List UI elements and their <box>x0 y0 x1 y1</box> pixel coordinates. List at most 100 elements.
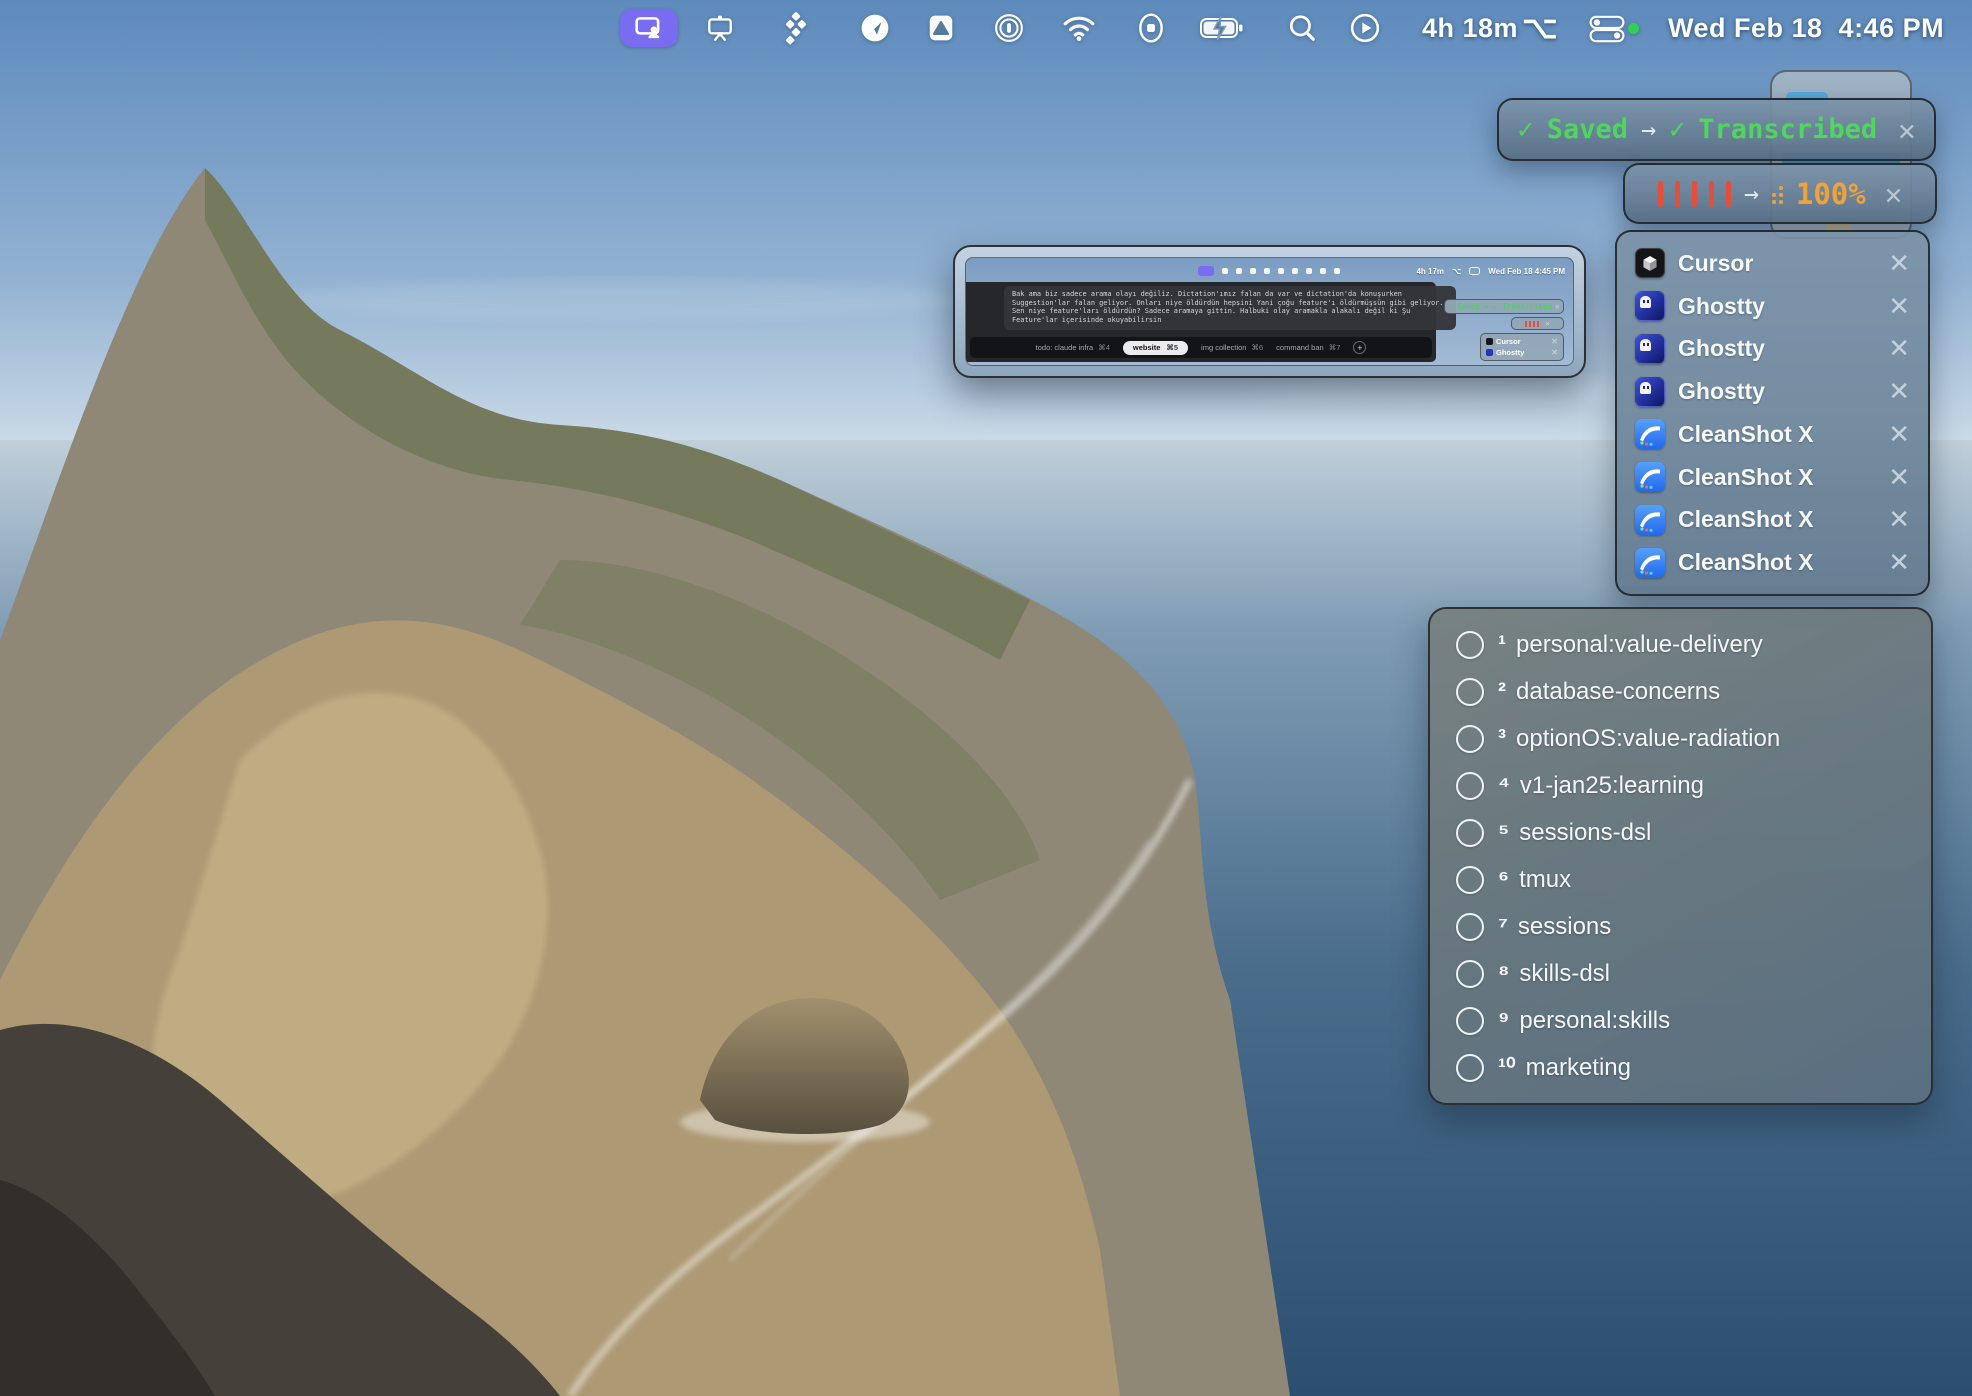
shapes-app-icon[interactable] <box>926 13 956 43</box>
task-label: v1-jan25:learning <box>1520 772 1704 800</box>
transcribed-label: Transcribed <box>1698 114 1877 145</box>
task-row[interactable]: ⁵ sessions-dsl <box>1456 811 1931 855</box>
window-row[interactable]: CleanShot X ✕ <box>1635 462 1910 493</box>
menubar-timer[interactable]: 4h 18m <box>1422 0 1518 56</box>
radio-button[interactable] <box>1456 960 1484 988</box>
audio-bars-icon <box>1658 181 1731 207</box>
menubar-time: 4:46 PM <box>1839 13 1945 44</box>
radio-button[interactable] <box>1456 1007 1484 1035</box>
close-icon[interactable]: ✕ <box>1885 177 1902 211</box>
close-icon[interactable]: ✕ <box>1888 504 1910 535</box>
close-icon[interactable]: ✕ <box>1888 291 1910 322</box>
radio-button[interactable] <box>1456 913 1484 941</box>
mini-option-key-icon: ⌥ <box>1452 267 1461 276</box>
radio-button[interactable] <box>1456 631 1484 659</box>
ghostty-app-icon <box>1635 334 1665 364</box>
close-icon[interactable]: ✕ <box>1888 419 1910 450</box>
task-row[interactable]: ⁶ tmux <box>1456 858 1931 902</box>
option-key-icon[interactable]: ⌥ <box>1522 0 1558 56</box>
close-icon[interactable]: ✕ <box>1888 248 1910 279</box>
task-number: ⁴ <box>1498 772 1510 800</box>
battery-charging-icon[interactable] <box>1198 14 1246 42</box>
window-row[interactable]: Cursor ✕ <box>1635 248 1910 279</box>
task-row[interactable]: ³ optionOS:value-radiation <box>1456 717 1931 761</box>
window-row[interactable]: CleanShot X ✕ <box>1635 504 1910 535</box>
control-center-icon[interactable] <box>1589 15 1625 43</box>
close-icon[interactable]: ✕ <box>1888 333 1910 364</box>
screen-recording-indicator-icon[interactable] <box>620 9 678 47</box>
window-row[interactable]: Ghostty ✕ <box>1635 333 1910 364</box>
cleanshot-app-icon <box>1635 548 1665 578</box>
window-row[interactable]: CleanShot X ✕ <box>1635 419 1910 450</box>
close-icon[interactable]: ✕ <box>1888 462 1910 493</box>
arrow-icon: → <box>1744 179 1759 208</box>
task-row[interactable]: ⁸ skills-dsl <box>1456 952 1931 996</box>
screenshot-preview-thumbnail[interactable]: 4h 17m ⌥ Wed Feb 18 4:45 PM Bak ama biz … <box>953 245 1586 378</box>
task-list-panel: ¹ personal:value-delivery ² database-con… <box>1428 607 1933 1105</box>
task-row[interactable]: ¹ personal:value-delivery <box>1456 623 1931 667</box>
mini-tab: command ban⌘7 <box>1276 343 1340 352</box>
close-icon[interactable]: ✕ <box>1888 376 1910 407</box>
radio-button[interactable] <box>1456 678 1484 706</box>
window-app-name: Ghostty <box>1678 335 1765 362</box>
task-label: personal:skills <box>1519 1007 1670 1035</box>
stop-record-icon[interactable] <box>1136 12 1166 44</box>
display-mirroring-icon[interactable] <box>705 13 735 43</box>
task-number: ⁹ <box>1498 1007 1509 1035</box>
ghostty-app-icon <box>1635 377 1665 407</box>
task-row[interactable]: ¹⁰ marketing <box>1456 1046 1931 1090</box>
ghostty-app-icon <box>1635 291 1665 321</box>
play-circle-icon[interactable] <box>1350 13 1380 43</box>
radio-button[interactable] <box>1456 772 1484 800</box>
check-icon: ✓ <box>1669 114 1685 145</box>
window-list-panel: Cursor ✕ Ghostty ✕ Ghostty ✕ Ghostty ✕ C… <box>1615 230 1930 596</box>
mini-menubar-icon <box>1236 268 1242 274</box>
task-number: ¹⁰ <box>1498 1053 1516 1082</box>
location-arrow-icon[interactable] <box>860 13 890 43</box>
mini-menubar-clock: Wed Feb 18 4:45 PM <box>1488 267 1565 276</box>
window-row[interactable]: CleanShot X ✕ <box>1635 547 1910 578</box>
mini-tab-active: website⌘5 <box>1123 341 1188 355</box>
mini-window-row: Ghostty ✕ <box>1486 348 1558 357</box>
volume-value: 100% <box>1796 177 1866 211</box>
mini-add-tab-icon: + <box>1353 341 1366 354</box>
desktop: { "colors": { "accent_purple": "#7a6cf0"… <box>0 0 1972 1396</box>
radio-button[interactable] <box>1456 1054 1484 1082</box>
task-label: sessions <box>1518 913 1611 941</box>
task-label: database-concerns <box>1516 678 1720 706</box>
cursor-app-icon <box>1635 248 1665 278</box>
window-row[interactable]: Ghostty ✕ <box>1635 291 1910 322</box>
task-number: ¹ <box>1498 631 1506 659</box>
mini-menubar-icon <box>1264 268 1270 274</box>
task-row[interactable]: ² database-concerns <box>1456 670 1931 714</box>
task-row[interactable]: ⁴ v1-jan25:learning <box>1456 764 1931 808</box>
radio-button[interactable] <box>1456 725 1484 753</box>
wifi-icon[interactable] <box>1062 14 1096 42</box>
transcribe-dots-icon <box>1772 184 1783 204</box>
task-row[interactable]: ⁷ sessions <box>1456 905 1931 949</box>
spotlight-search-icon[interactable] <box>1287 13 1317 43</box>
tiles-icon[interactable] <box>781 11 811 45</box>
saved-label: Saved <box>1547 114 1628 145</box>
task-row[interactable]: ⁹ personal:skills <box>1456 999 1931 1043</box>
mini-menubar-icon <box>1334 268 1340 274</box>
arrow-icon: → <box>1641 115 1656 144</box>
mini-control-center-icon <box>1469 267 1480 275</box>
menubar-clock[interactable]: Wed Feb 18 4:46 PM <box>1668 0 1944 56</box>
one-password-icon[interactable] <box>994 13 1024 43</box>
mini-menubar-icon <box>1306 268 1312 274</box>
radio-button[interactable] <box>1456 866 1484 894</box>
radio-button[interactable] <box>1456 819 1484 847</box>
mini-overlay-line: Feature'lar içerisinde okuyabilirsin <box>1012 316 1448 325</box>
task-label: skills-dsl <box>1519 960 1610 988</box>
volume-level-toast: → 100% ✕ <box>1623 163 1937 224</box>
window-app-name: CleanShot X <box>1678 549 1813 576</box>
mini-screen-recording-icon <box>1198 266 1214 276</box>
window-row[interactable]: Ghostty ✕ <box>1635 376 1910 407</box>
close-icon[interactable]: ✕ <box>1888 547 1910 578</box>
menubar-date: Wed Feb 18 <box>1668 13 1823 44</box>
mini-menubar-icon <box>1292 268 1298 274</box>
close-icon[interactable]: ✕ <box>1898 113 1915 147</box>
mini-tab-bar: todo: claude infra⌘4 website⌘5 img colle… <box>970 337 1432 358</box>
check-icon: ✓ <box>1517 114 1533 145</box>
